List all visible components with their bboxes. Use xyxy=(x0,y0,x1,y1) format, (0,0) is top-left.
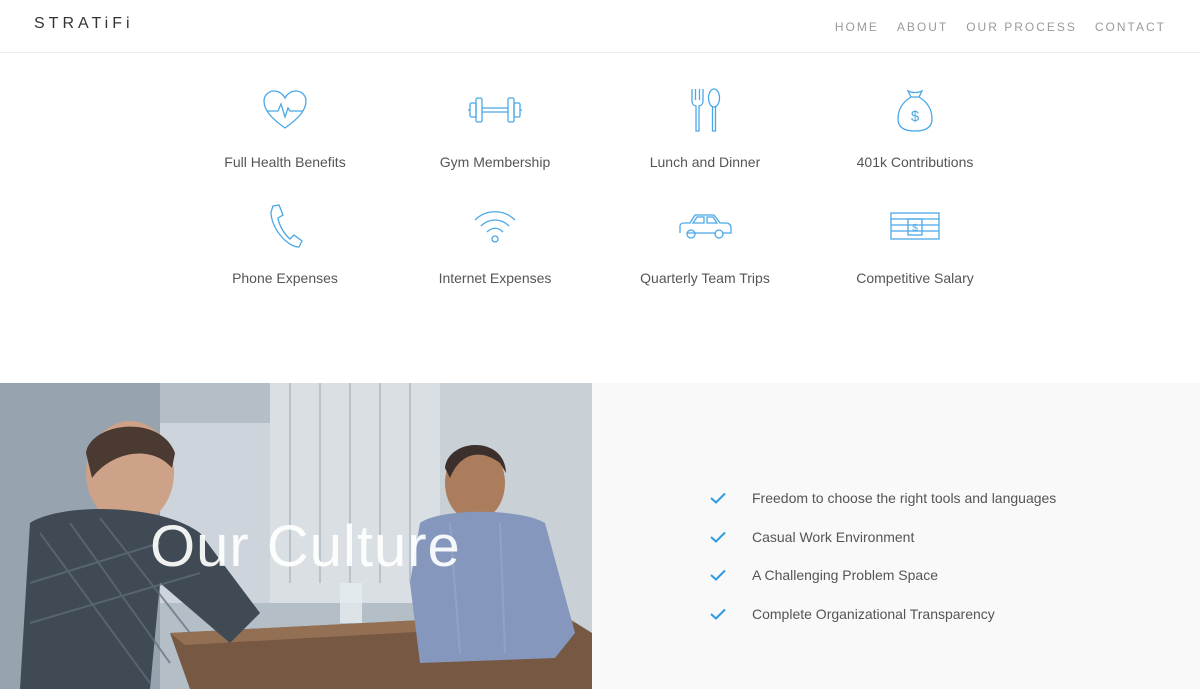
checkmark-icon xyxy=(710,528,728,546)
culture-list-panel: Freedom to choose the right tools and la… xyxy=(592,383,1200,689)
list-item-text: Complete Organizational Transparency xyxy=(752,605,995,622)
benefit-meals: Lunch and Dinner xyxy=(600,80,810,196)
main-nav: HOME ABOUT OUR PROCESS CONTACT xyxy=(835,20,1166,34)
culture-photo: Our Culture xyxy=(0,383,592,689)
benefit-401k: $ 401k Contributions xyxy=(810,80,1020,196)
dumbbell-icon xyxy=(463,80,527,140)
site-header: STRATiFi HOME ABOUT OUR PROCESS CONTACT xyxy=(0,0,1200,53)
benefit-label: Lunch and Dinner xyxy=(649,154,761,170)
heart-pulse-icon xyxy=(253,80,317,140)
culture-section: Our Culture Freedom to choose the right … xyxy=(0,383,1200,689)
checkmark-icon xyxy=(710,566,728,584)
benefit-trips: Quarterly Team Trips xyxy=(600,196,810,312)
svg-text:$: $ xyxy=(911,108,920,125)
nav-about-link[interactable]: ABOUT xyxy=(897,20,948,34)
phone-icon xyxy=(253,196,317,256)
benefit-internet: Internet Expenses xyxy=(390,196,600,312)
cash-stack-icon: $ xyxy=(883,196,947,256)
wifi-icon xyxy=(463,196,527,256)
list-item: Casual Work Environment xyxy=(710,518,1056,557)
nav-our-process-link[interactable]: OUR PROCESS xyxy=(966,20,1077,34)
car-icon xyxy=(673,196,737,256)
site-logo[interactable]: STRATiFi xyxy=(34,15,134,33)
checkmark-icon xyxy=(710,605,728,623)
benefit-label: Internet Expenses xyxy=(438,270,552,286)
benefit-gym: Gym Membership xyxy=(390,80,600,196)
benefits-grid: Full Health Benefits Gym Membership Lunc… xyxy=(180,80,1020,312)
benefit-label: Phone Expenses xyxy=(232,270,338,286)
list-item-text: Casual Work Environment xyxy=(752,528,915,545)
benefit-salary: $ Competitive Salary xyxy=(810,196,1020,312)
money-bag-icon: $ xyxy=(883,80,947,140)
culture-title: Our Culture xyxy=(150,514,461,579)
benefit-label: Quarterly Team Trips xyxy=(640,270,770,286)
list-item-text: A Challenging Problem Space xyxy=(752,567,939,584)
list-item: Freedom to choose the right tools and la… xyxy=(710,479,1056,518)
nav-contact-link[interactable]: CONTACT xyxy=(1095,20,1166,34)
culture-list: Freedom to choose the right tools and la… xyxy=(710,479,1056,633)
list-item-text: Freedom to choose the right tools and la… xyxy=(752,490,1057,507)
benefit-label: 401k Contributions xyxy=(856,154,974,170)
benefit-label: Gym Membership xyxy=(439,154,551,170)
benefit-phone: Phone Expenses xyxy=(180,196,390,312)
benefit-health: Full Health Benefits xyxy=(180,80,390,196)
list-item: A Challenging Problem Space xyxy=(710,556,1056,595)
checkmark-icon xyxy=(710,489,728,507)
list-item: Complete Organizational Transparency xyxy=(710,595,1056,634)
benefit-label: Full Health Benefits xyxy=(224,154,346,170)
nav-home-link[interactable]: HOME xyxy=(835,20,879,34)
fork-spoon-icon xyxy=(673,80,737,140)
svg-text:$: $ xyxy=(912,223,918,234)
benefit-label: Competitive Salary xyxy=(856,270,974,286)
